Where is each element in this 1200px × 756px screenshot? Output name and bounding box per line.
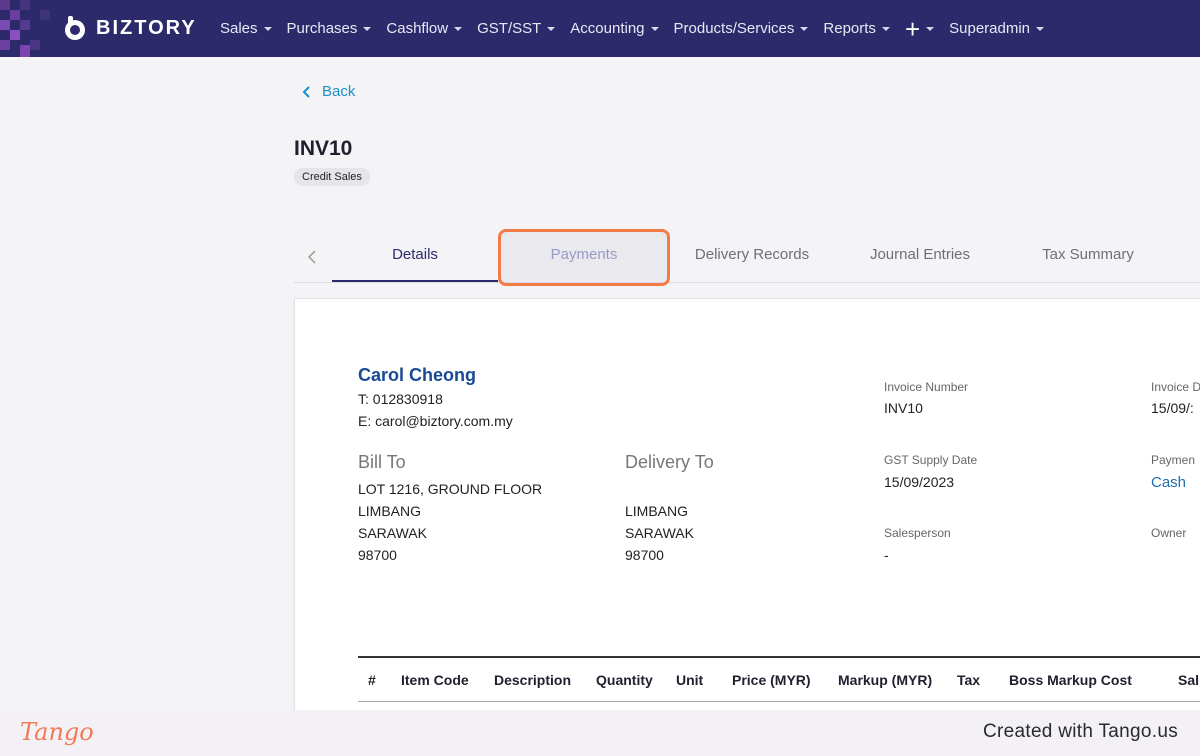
menu-label: Reports xyxy=(823,20,876,37)
delivery-to-line: LIMBANG xyxy=(625,503,689,519)
bill-to-line: 98700 xyxy=(358,547,397,563)
invoice-card: Carol Cheong T: 012830918 E: carol@bizto… xyxy=(294,298,1200,728)
menu-label: Accounting xyxy=(570,20,645,37)
page-title: INV10 xyxy=(294,137,353,160)
back-label: Back xyxy=(322,83,356,100)
caret-down-icon xyxy=(454,26,463,31)
brand-logo[interactable]: BIZTORY xyxy=(60,13,197,43)
bill-to-line: LIMBANG xyxy=(358,503,422,519)
caret-down-icon xyxy=(650,26,659,31)
menu-gst-sst[interactable]: GST/SST xyxy=(477,20,556,37)
menu-purchases[interactable]: Purchases xyxy=(287,20,372,37)
menu-label: Sales xyxy=(220,20,258,37)
plus-icon: + xyxy=(904,13,921,44)
payment-label: Paymen xyxy=(1151,453,1196,467)
caret-down-icon xyxy=(1036,26,1045,31)
supply-date-value: 15/09/2023 xyxy=(884,474,955,490)
status-badge: Credit Sales xyxy=(294,168,370,186)
tango-logo: Tango xyxy=(20,718,94,746)
salesperson-label: Salesperson xyxy=(884,526,951,540)
tab-delivery-records[interactable]: Delivery Records xyxy=(668,232,836,282)
bill-to-line: LOT 1216, GROUND FLOOR xyxy=(358,481,543,497)
owner-label: Owner xyxy=(1151,526,1187,540)
column-header: # xyxy=(368,672,376,688)
menu-sales[interactable]: Sales xyxy=(220,20,272,37)
tango-footer: Tango Created with Tango.us xyxy=(0,710,1200,756)
tab-bar: Details Payments Delivery Records Journa… xyxy=(294,232,1200,283)
delivery-to-line: 98700 xyxy=(625,547,664,563)
user-label: Superadmin xyxy=(949,20,1031,37)
invoice-number-label: Invoice Number xyxy=(884,380,969,394)
caret-down-icon xyxy=(926,26,935,31)
delivery-to-heading: Delivery To xyxy=(625,452,714,472)
column-header: Quantity xyxy=(596,672,653,688)
bill-to-heading: Bill To xyxy=(358,452,406,472)
column-header: Boss Markup Cost xyxy=(1009,672,1132,688)
salesperson-value: - xyxy=(884,547,889,563)
caret-down-icon xyxy=(881,26,890,31)
menu-products-services[interactable]: Products/Services xyxy=(674,20,809,37)
tab-details[interactable]: Details xyxy=(332,232,498,282)
items-table-header: # Item Code Description Quantity Unit Pr… xyxy=(358,656,1200,702)
caret-down-icon xyxy=(800,26,809,31)
tab-journal-entries[interactable]: Journal Entries xyxy=(836,232,1004,282)
chevron-left-icon[interactable] xyxy=(306,249,318,265)
caret-down-icon xyxy=(263,26,272,31)
footer-credit: Created with Tango.us xyxy=(982,721,1178,742)
supply-date-label: GST Supply Date xyxy=(884,453,978,467)
customer-email: E: carol@biztory.com.my xyxy=(358,413,513,429)
menu-label: GST/SST xyxy=(477,20,542,37)
menu-add[interactable]: + xyxy=(904,13,935,44)
column-header: Markup (MYR) xyxy=(838,672,933,688)
column-header: Description xyxy=(494,672,572,688)
top-navbar: BIZTORY Sales Purchases Cashflow GST/SST… xyxy=(0,0,1200,57)
menu-user[interactable]: Superadmin xyxy=(949,20,1045,37)
column-header: Tax xyxy=(957,672,981,688)
back-link[interactable]: Back xyxy=(300,83,355,100)
caret-down-icon xyxy=(363,26,372,31)
column-header: Sal xyxy=(1178,672,1200,688)
tab-tax-summary[interactable]: Tax Summary xyxy=(1004,232,1172,282)
menu-reports[interactable]: Reports xyxy=(823,20,890,37)
biztory-logo-icon xyxy=(65,16,85,40)
menu-label: Products/Services xyxy=(673,20,795,37)
brand-name: BIZTORY xyxy=(96,16,197,39)
chevron-left-icon xyxy=(302,85,310,98)
main-menu: Sales Purchases Cashflow GST/SST Account… xyxy=(220,0,1059,57)
customer-phone: T: 012830918 xyxy=(358,391,443,407)
bill-to-line: SARAWAK xyxy=(358,525,427,541)
invoice-date-label: Invoice D xyxy=(1151,380,1200,394)
menu-accounting[interactable]: Accounting xyxy=(570,20,659,37)
menu-label: Cashflow xyxy=(386,20,449,37)
invoice-number-value: INV10 xyxy=(884,400,923,416)
column-header: Price (MYR) xyxy=(732,672,811,688)
customer-name[interactable]: Carol Cheong xyxy=(358,365,476,386)
caret-down-icon xyxy=(547,26,556,31)
delivery-to-line: SARAWAK xyxy=(625,525,694,541)
menu-cashflow[interactable]: Cashflow xyxy=(386,20,463,37)
column-header: Item Code xyxy=(401,672,469,688)
click-highlight xyxy=(498,229,670,286)
menu-label: Purchases xyxy=(286,20,358,37)
invoice-date-value: 15/09/: xyxy=(1151,400,1194,416)
payment-value-link[interactable]: Cash xyxy=(1151,474,1186,491)
column-header: Unit xyxy=(676,672,704,688)
